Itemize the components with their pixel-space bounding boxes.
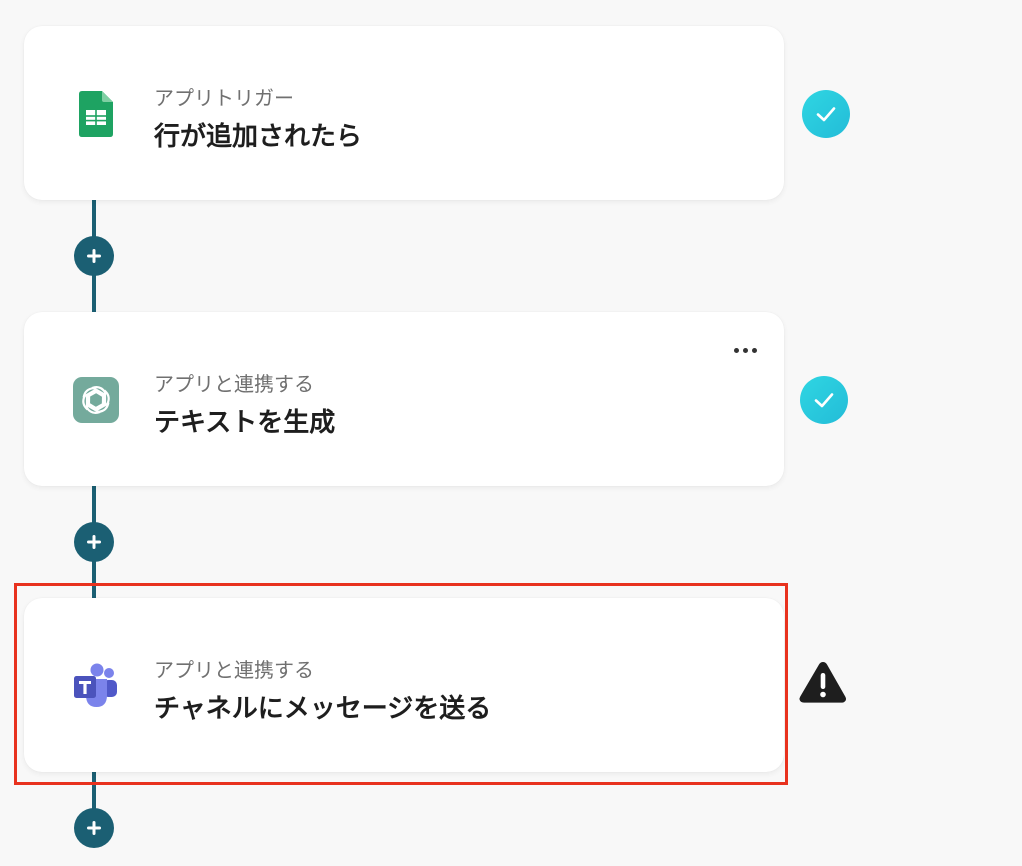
step-card-sheets-trigger[interactable]: アプリトリガー 行が追加されたら (24, 26, 784, 200)
step-title: テキストを生成 (154, 408, 336, 438)
plus-icon (87, 535, 101, 549)
step-card-generate-text[interactable]: アプリと連携する テキストを生成 (24, 312, 784, 486)
add-step-button[interactable] (74, 808, 114, 848)
step-type-label: アプリトリガー (154, 86, 294, 110)
step-type-label: アプリと連携する (154, 658, 314, 682)
step-title: チャネルにメッセージを送る (154, 694, 492, 724)
more-options-button[interactable] (730, 340, 760, 360)
plus-icon (87, 249, 101, 263)
flow-connector (92, 772, 96, 812)
step-card-teams-message[interactable]: アプリと連携する チャネルにメッセージを送る (24, 598, 784, 772)
warning-icon (798, 660, 848, 704)
check-icon (800, 376, 848, 424)
add-step-button[interactable] (74, 522, 114, 562)
more-dot (751, 347, 757, 353)
google-sheets-icon (68, 86, 124, 142)
step-type-label: アプリと連携する (154, 372, 314, 396)
plus-icon (87, 821, 101, 835)
check-icon (802, 90, 850, 138)
chatgpt-icon (68, 372, 124, 428)
more-dot (742, 347, 748, 353)
step-title: 行が追加されたら (154, 122, 363, 152)
microsoft-teams-icon (68, 658, 124, 714)
add-step-button[interactable] (74, 236, 114, 276)
more-dot (733, 347, 739, 353)
